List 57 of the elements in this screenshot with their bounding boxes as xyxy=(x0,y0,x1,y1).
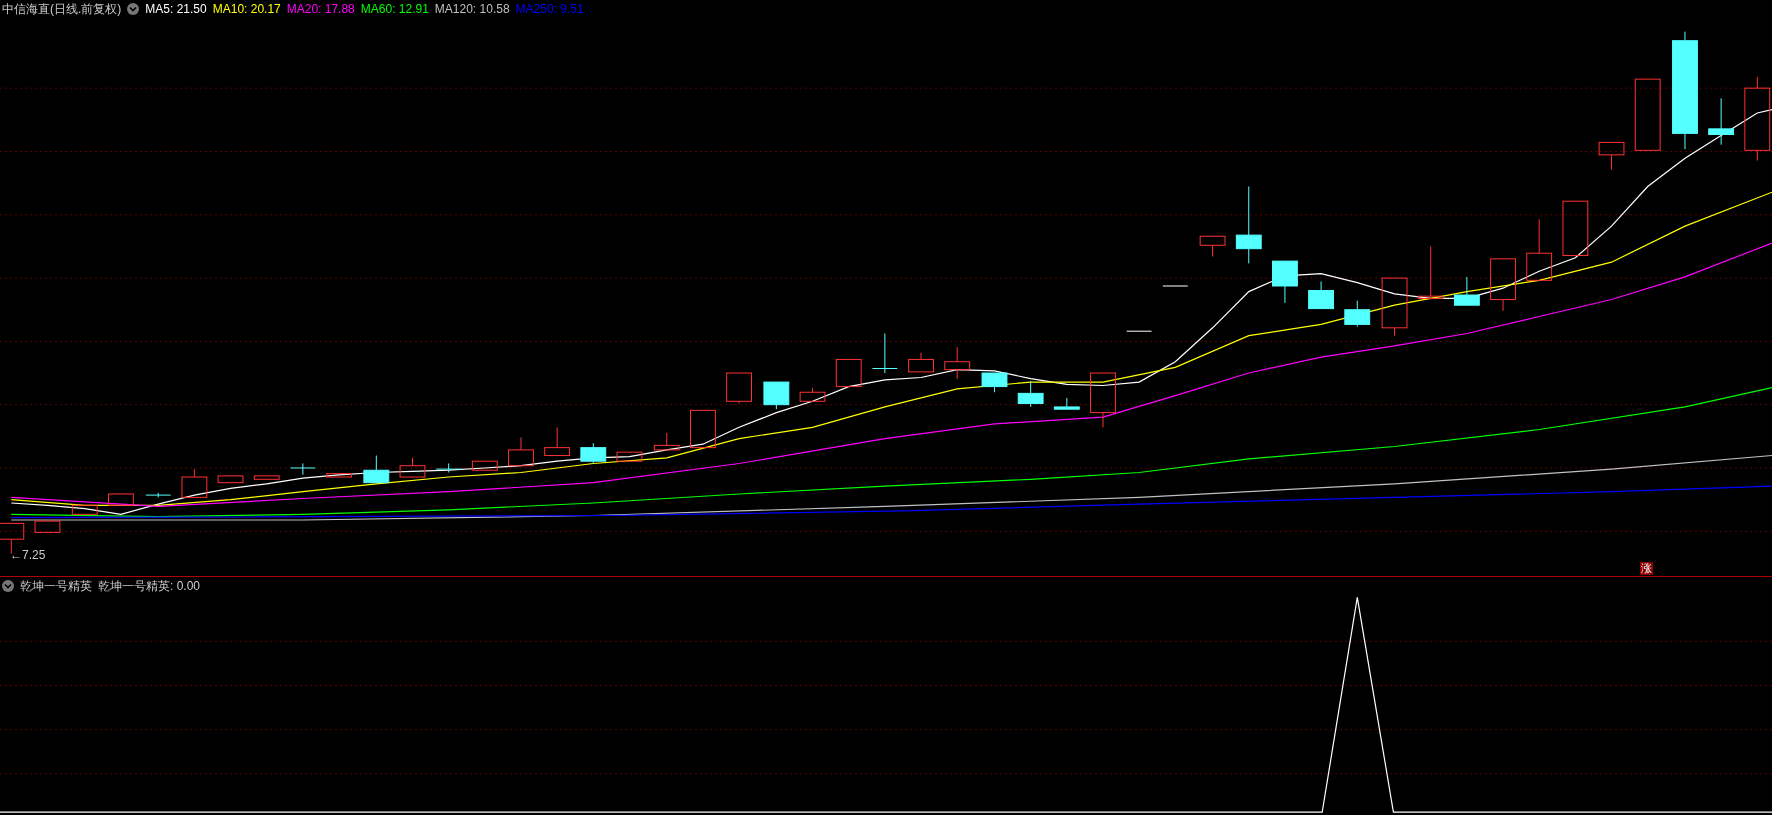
moving-average-value: MA20: 17.88 xyxy=(286,2,355,16)
collapse-icon[interactable] xyxy=(127,3,140,15)
candlestick xyxy=(326,473,352,478)
low-price-marker: ←7.25 xyxy=(10,548,46,562)
candlestick xyxy=(1453,276,1480,306)
candlestick xyxy=(871,332,898,374)
candlestick xyxy=(435,462,462,473)
candlestick xyxy=(580,442,607,464)
candlestick xyxy=(1490,258,1516,312)
candlestick xyxy=(71,504,98,515)
candlestick xyxy=(1308,280,1334,310)
candlestick xyxy=(544,426,571,457)
moving-average-value: MA120: 10.58 xyxy=(434,2,510,16)
candlestick xyxy=(289,462,316,476)
candlestick xyxy=(763,381,790,410)
candlestick xyxy=(399,457,426,478)
candlestick xyxy=(1526,218,1553,281)
candlestick xyxy=(799,387,826,402)
candlestick xyxy=(1126,330,1153,332)
moving-average-value: MA60: 12.91 xyxy=(360,2,429,16)
candlestick xyxy=(145,492,172,498)
moving-average-value: MA5: 21.50 xyxy=(145,2,207,16)
candlestick xyxy=(690,409,716,449)
moving-average-value: MA10: 20.17 xyxy=(212,2,281,16)
candlestick xyxy=(1381,277,1408,337)
candlestick xyxy=(1017,380,1044,408)
candlestick xyxy=(1417,245,1444,301)
candlestick xyxy=(34,520,61,533)
candlestick xyxy=(944,346,971,380)
rise-badge: 涨 xyxy=(1640,562,1653,575)
candlestick xyxy=(653,432,680,451)
candlestick xyxy=(1344,300,1371,328)
candlestick xyxy=(1162,285,1189,287)
candlestick xyxy=(1199,235,1226,258)
candlestick xyxy=(253,475,280,480)
candlestick xyxy=(835,358,862,388)
candlestick xyxy=(181,468,208,498)
stock-title: 中信海直(日线.前复权) xyxy=(2,0,122,18)
candlestick xyxy=(726,372,752,405)
candlestick xyxy=(1090,372,1116,428)
collapse-icon[interactable] xyxy=(2,580,14,592)
candlestick xyxy=(981,372,1008,393)
moving-average-value: MA250: 9.51 xyxy=(515,2,584,16)
candlestick xyxy=(108,493,134,506)
candlestick xyxy=(1053,397,1080,410)
indicator-title: 乾坤一号精英 xyxy=(20,577,92,595)
candlestick xyxy=(1598,141,1625,171)
candlestick xyxy=(363,455,390,484)
candlestick xyxy=(908,352,934,373)
indicator-reading: 乾坤一号精英: 0.00 xyxy=(98,577,201,595)
candlestick xyxy=(1708,97,1735,146)
candlestick xyxy=(508,436,534,467)
candlestick xyxy=(471,460,498,471)
candlestick xyxy=(1272,260,1298,304)
candlestick xyxy=(616,451,643,462)
candlestick xyxy=(1562,200,1589,256)
candlestick xyxy=(217,475,244,484)
